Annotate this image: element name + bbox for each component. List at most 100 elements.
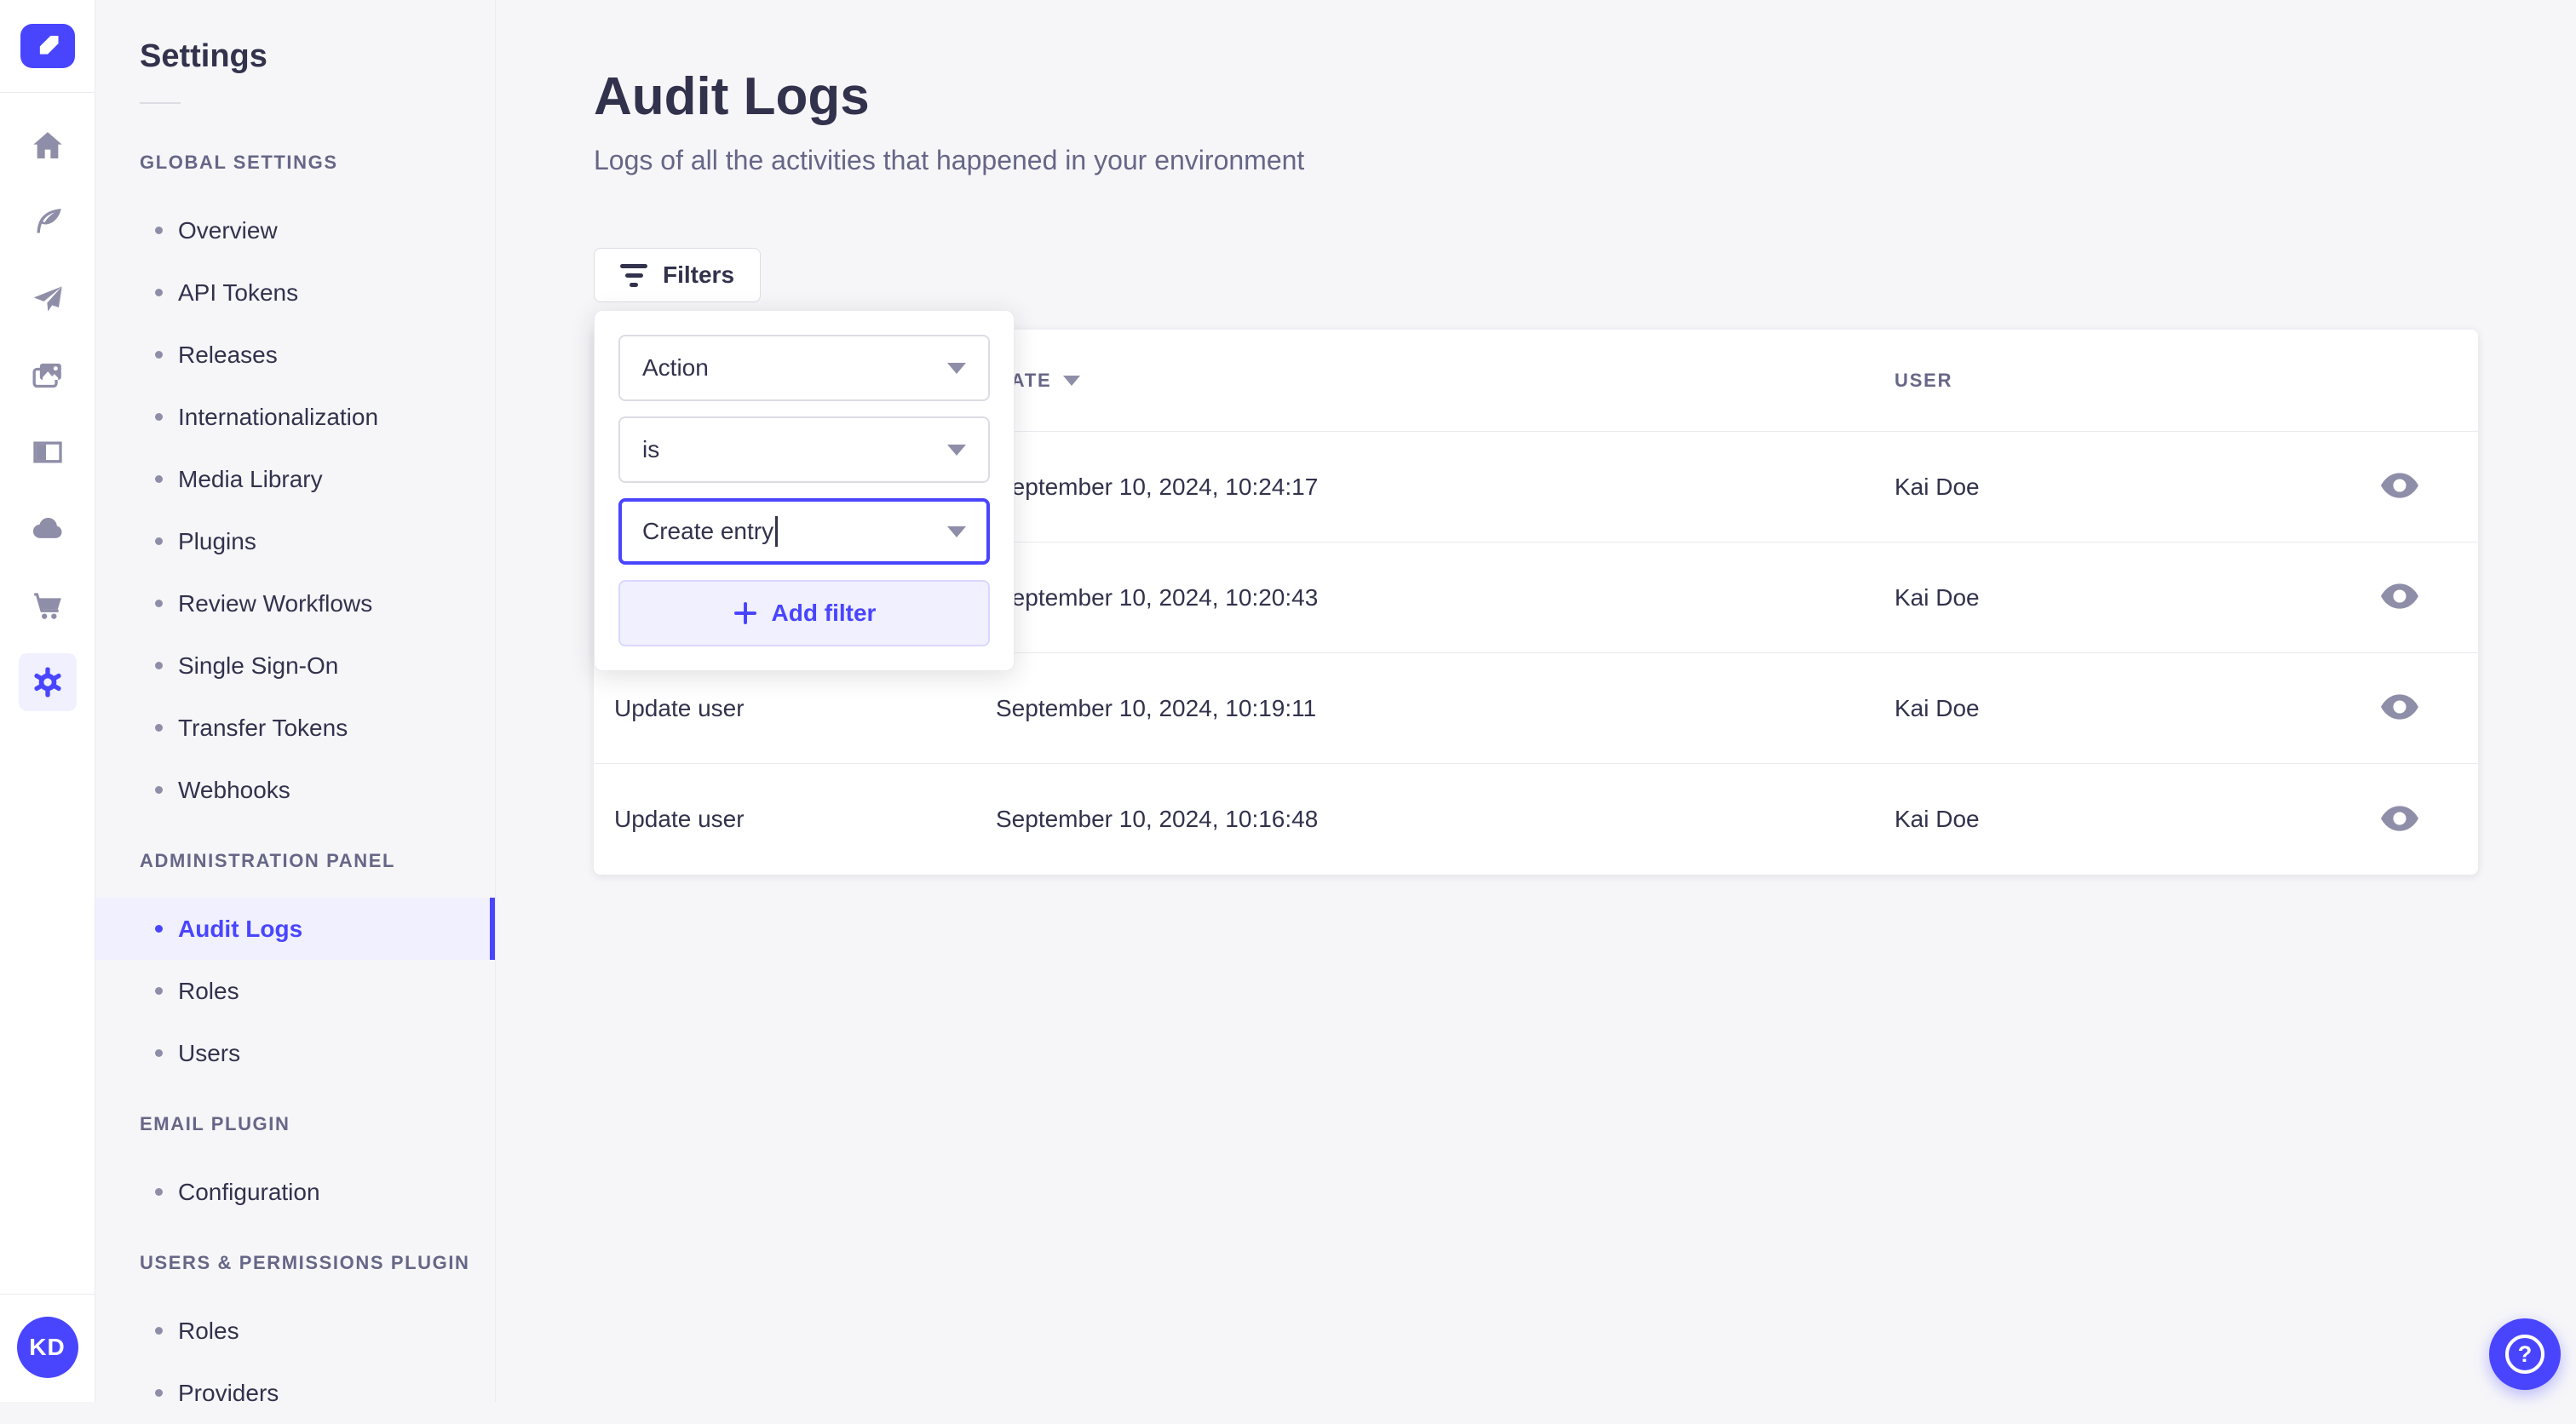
add-filter-button[interactable]: Add filter [618,580,990,646]
cell-date: September 10, 2024, 10:16:48 [996,806,1319,832]
feather-icon[interactable] [19,193,77,251]
cell-user: Kai Doe [1895,473,1980,500]
page-subtitle: Logs of all the activities that happened… [594,145,1305,175]
bullet-icon [155,987,163,995]
bullet-icon [155,227,163,234]
sidebar-item-up-providers[interactable]: Providers [95,1362,495,1424]
bullet-icon [155,413,163,421]
sidebar-item-single-sign-on[interactable]: Single Sign-On [95,634,495,697]
paper-plane-icon[interactable] [19,270,77,328]
bullet-icon [155,289,163,296]
add-filter-label: Add filter [771,600,877,626]
bullet-icon [155,1389,163,1397]
eye-icon [2381,473,2418,501]
bullet-icon [155,1049,163,1057]
user-avatar[interactable]: KD [16,1317,78,1378]
question-mark-icon: ? [2505,1335,2544,1374]
sidebar-item-admin-users[interactable]: Users [95,1022,495,1084]
eye-icon [2381,805,2418,834]
chevron-down-icon [947,444,966,456]
bullet-icon [155,724,163,732]
rail-divider-bottom [0,1294,95,1295]
bullet-icon [155,600,163,607]
sidebar-item-admin-roles[interactable]: Roles [95,960,495,1022]
filter-field-value: Action [642,354,709,381]
rail-divider-top [0,92,95,93]
sidebar-item-api-tokens[interactable]: API Tokens [95,261,495,324]
sort-desc-icon [1063,375,1081,386]
sidebar-title: Settings [140,38,267,74]
bullet-icon [155,925,163,933]
section-label-administration-panel: ADMINISTRATION PANEL [140,850,396,871]
eye-icon [2381,583,2418,612]
table-row: Update user September 10, 2024, 10:16:48… [594,764,2478,875]
gear-icon[interactable] [18,653,77,711]
nav-group-administration-panel: Audit Logs Roles Users [95,898,495,1084]
help-button[interactable]: ? [2489,1318,2561,1390]
sidebar-divider [140,102,181,104]
bullet-icon [155,786,163,794]
rail-icon-list [18,117,77,711]
nav-group-email-plugin: Configuration [95,1161,495,1223]
filter-popover: Action is Create entry Add filter [594,310,1015,671]
sidebar-item-internationalization[interactable]: Internationalization [95,386,495,448]
icon-rail-top [0,0,95,711]
sidebar-item-up-roles[interactable]: Roles [95,1300,495,1362]
icon-rail-bottom: KD [0,1294,95,1402]
filter-value-combobox[interactable]: Create entry [618,498,990,565]
view-details-button[interactable] [2376,577,2424,618]
sidebar-item-review-workflows[interactable]: Review Workflows [95,572,495,634]
cart-icon[interactable] [19,577,77,634]
sidebar-item-email-configuration[interactable]: Configuration [95,1161,495,1223]
cell-user: Kai Doe [1895,694,1980,721]
page-title: Audit Logs [594,67,870,126]
main-content: Audit Logs Logs of all the activities th… [496,0,2576,1402]
bullet-icon [155,1327,163,1335]
settings-sidebar: Settings GLOBAL SETTINGS Overview API To… [95,0,496,1406]
filter-field-select[interactable]: Action [618,335,990,401]
cell-action: Update user [614,694,745,721]
sidebar-item-overview[interactable]: Overview [95,199,495,261]
sidebar-item-media-library[interactable]: Media Library [95,448,495,510]
filters-button[interactable]: Filters [594,248,762,302]
cell-date: September 10, 2024, 10:20:43 [996,583,1319,611]
filter-value-text: Create entry [642,518,774,544]
strapi-logo-icon [31,27,65,66]
sidebar-item-audit-logs[interactable]: Audit Logs [95,898,495,960]
strapi-logo[interactable] [20,24,75,68]
cloud-icon[interactable] [19,500,77,558]
view-details-button[interactable] [2376,688,2424,729]
nav-group-global-settings: Overview API Tokens Releases Internation… [95,199,495,821]
layout-icon[interactable] [19,423,77,481]
cell-user: Kai Doe [1895,806,1980,832]
filter-icon [620,263,647,287]
chevron-down-icon [947,362,966,374]
chevron-down-icon [947,525,966,537]
sidebar-item-transfer-tokens[interactable]: Transfer Tokens [95,697,495,759]
plus-icon [733,600,758,626]
bullet-icon [155,1188,163,1196]
section-label-email-plugin: EMAIL PLUGIN [140,1113,290,1134]
bullet-icon [155,537,163,545]
cell-date: September 10, 2024, 10:19:11 [996,694,1317,721]
sidebar-item-webhooks[interactable]: Webhooks [95,759,495,821]
view-details-button[interactable] [2376,799,2424,840]
eye-icon [2381,694,2418,722]
bullet-icon [155,662,163,669]
icon-rail: KD [0,0,95,1402]
filter-operator-select[interactable]: is [618,416,990,483]
view-details-button[interactable] [2376,467,2424,508]
bullet-icon [155,351,163,359]
filter-operator-value: is [642,436,660,462]
cell-user: Kai Doe [1895,583,1980,611]
cell-date: September 10, 2024, 10:24:17 [996,473,1319,500]
media-icon[interactable] [19,347,77,405]
column-header-user: USER [1895,369,1953,391]
filters-button-label: Filters [663,261,735,288]
section-label-global-settings: GLOBAL SETTINGS [140,152,338,173]
sidebar-item-plugins[interactable]: Plugins [95,510,495,572]
home-icon[interactable] [19,117,77,175]
text-cursor [775,516,779,547]
sidebar-item-releases[interactable]: Releases [95,324,495,386]
section-label-users-permissions-plugin: USERS & PERMISSIONS PLUGIN [140,1252,470,1273]
